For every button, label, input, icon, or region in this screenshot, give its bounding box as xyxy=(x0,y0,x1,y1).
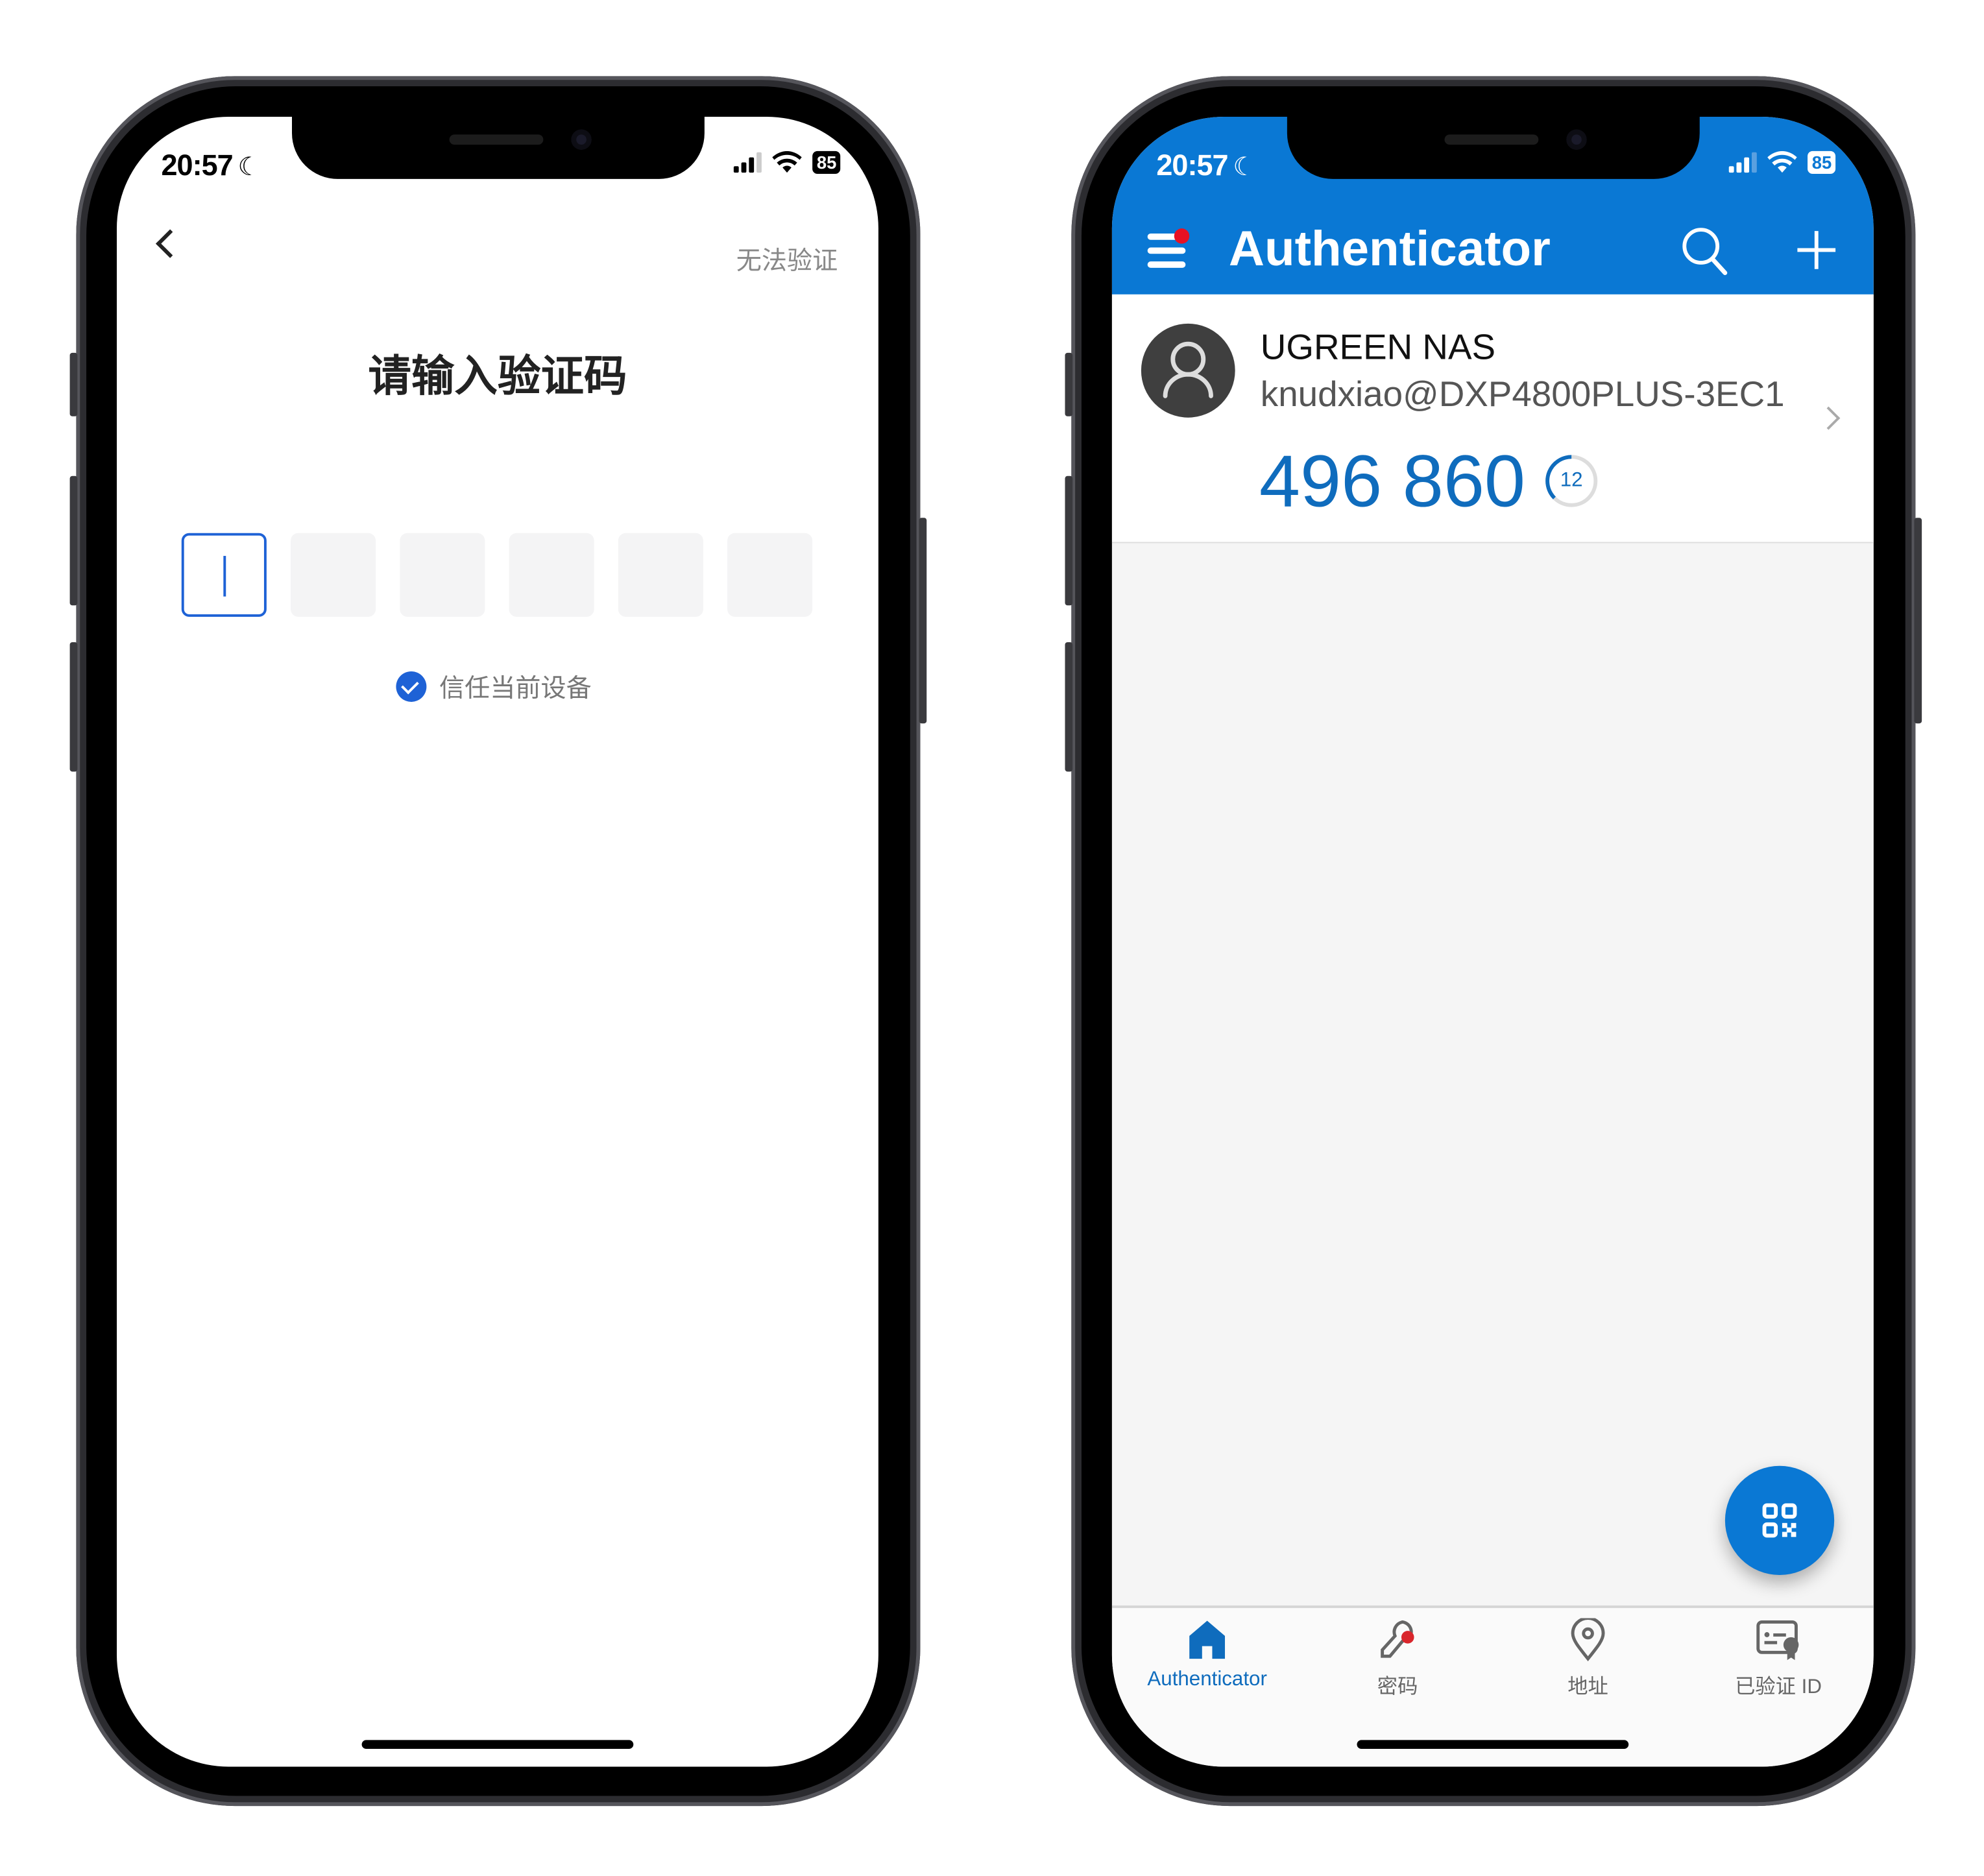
home-icon xyxy=(1189,1620,1226,1659)
tab-verified-id[interactable]: 已验证 ID xyxy=(1683,1608,1873,1722)
cant-verify-link[interactable]: 无法验证 xyxy=(736,240,838,277)
home-indicator[interactable] xyxy=(1357,1740,1629,1750)
signal-icon xyxy=(734,152,762,173)
page-title: 请输入验证码 xyxy=(368,352,627,402)
wifi-icon xyxy=(1768,150,1798,173)
status-time: 20:57 ☾ xyxy=(1156,148,1255,182)
code-digit-2[interactable] xyxy=(291,533,376,617)
account-user: knudxiao@DXP4800PLUS-3EC1 xyxy=(1260,374,1785,414)
phone-right: Authenticator 20:57 ☾ 85 UGREEN NAS knudx… xyxy=(1065,76,1922,1807)
back-button[interactable] xyxy=(156,229,185,258)
notch xyxy=(1287,116,1700,179)
tab-authenticator[interactable]: Authenticator xyxy=(1112,1608,1302,1722)
code-input[interactable] xyxy=(181,533,813,617)
signal-icon xyxy=(1729,152,1758,173)
tab-addresses[interactable]: 地址 xyxy=(1493,1608,1683,1722)
avatar xyxy=(1141,323,1235,418)
battery-indicator: 85 xyxy=(812,150,841,174)
notification-dot xyxy=(1174,228,1190,244)
qr-code-icon xyxy=(1762,1503,1797,1538)
search-icon[interactable] xyxy=(1680,226,1728,276)
add-icon[interactable] xyxy=(1795,228,1838,272)
notch xyxy=(291,116,705,179)
otp-code[interactable]: 496 860 xyxy=(1259,439,1525,524)
tab-passwords[interactable]: 密码 xyxy=(1302,1608,1492,1722)
status-time: 20:57 ☾ xyxy=(161,148,261,182)
app-title: Authenticator xyxy=(1228,222,1551,277)
moon-icon: ☾ xyxy=(1233,153,1255,182)
chevron-right-icon[interactable] xyxy=(1817,406,1841,430)
code-digit-5[interactable] xyxy=(618,533,703,617)
countdown-timer: 12 xyxy=(1545,454,1598,507)
battery-indicator: 85 xyxy=(1808,150,1836,174)
scan-qr-button[interactable] xyxy=(1724,1465,1835,1576)
trust-device-label: 信任当前设备 xyxy=(439,675,592,703)
wifi-icon xyxy=(773,150,803,173)
authenticator-screen: Authenticator 20:57 ☾ 85 UGREEN NAS knudx… xyxy=(1111,116,1874,1767)
verification-screen: 20:57 ☾ 85 无法验证 请输入验证码 信任当前设备 xyxy=(116,116,878,1767)
location-pin-icon xyxy=(1571,1618,1605,1662)
text-cursor xyxy=(223,555,226,597)
trust-device-checkbox[interactable]: 信任当前设备 xyxy=(396,667,592,704)
moon-icon: ☾ xyxy=(237,153,261,182)
phone-left: 20:57 ☾ 85 无法验证 请输入验证码 信任当前设备 xyxy=(69,76,927,1807)
code-digit-3[interactable] xyxy=(400,533,485,617)
code-digit-1[interactable] xyxy=(181,533,267,617)
id-card-icon xyxy=(1756,1620,1799,1661)
key-icon xyxy=(1381,1620,1414,1658)
checkmark-icon xyxy=(396,671,427,701)
code-digit-6[interactable] xyxy=(727,533,813,617)
code-digit-4[interactable] xyxy=(509,533,594,617)
account-row[interactable]: UGREEN NAS knudxiao@DXP4800PLUS-3EC1 496… xyxy=(1111,294,1874,544)
person-icon xyxy=(1163,341,1213,398)
account-name: UGREEN NAS xyxy=(1260,327,1496,367)
home-indicator[interactable] xyxy=(361,1740,634,1750)
